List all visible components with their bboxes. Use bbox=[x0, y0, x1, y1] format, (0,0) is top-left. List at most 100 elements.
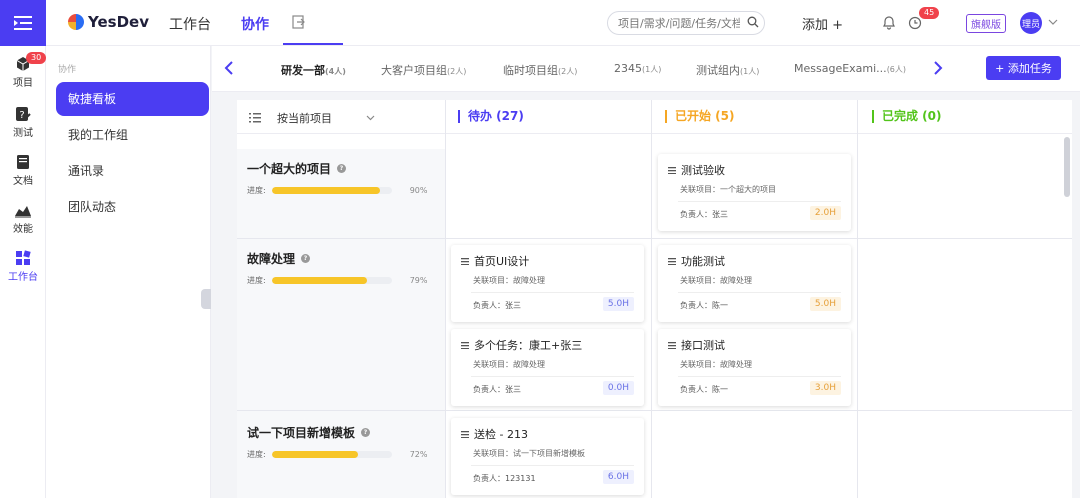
add-task-button[interactable]: + 添加任务 bbox=[986, 56, 1061, 80]
sidebar-item-agile-board[interactable]: 敏捷看板 bbox=[56, 82, 209, 116]
project-name[interactable]: 一个超大的项目 bbox=[247, 160, 331, 177]
task-card[interactable]: 功能测试 关联项目：故障处理 负责人：陈一 5.0H bbox=[658, 245, 851, 322]
rail-item-docs[interactable]: 文档 bbox=[0, 154, 46, 187]
list-icon bbox=[249, 113, 261, 123]
sidebar-item-team-activity[interactable]: 团队动态 bbox=[56, 190, 209, 224]
card-owner: 负责人：张三 bbox=[680, 210, 728, 219]
column-divider bbox=[651, 100, 652, 498]
card-project: 关联项目：一个超大的项目 bbox=[680, 185, 776, 194]
sidebar-item-my-groups[interactable]: 我的工作组 bbox=[56, 118, 209, 152]
nav-collaboration[interactable]: 协作 bbox=[241, 14, 269, 34]
task-card[interactable]: 送检 - 213 关联项目：试一下项目新增模板 负责人：123131 6.0H bbox=[451, 418, 644, 495]
sidebar-collapse-handle[interactable] bbox=[201, 289, 211, 309]
notification-badge: 45 bbox=[919, 7, 940, 19]
plan-tag[interactable]: 旗舰版 bbox=[966, 14, 1006, 33]
board-scrollbar[interactable] bbox=[1064, 137, 1070, 197]
info-icon[interactable]: ? bbox=[337, 164, 347, 173]
column-divider bbox=[857, 100, 858, 498]
chevron-right-icon[interactable] bbox=[933, 60, 943, 76]
rail-label: 项目 bbox=[13, 78, 33, 89]
project-name[interactable]: 试一下项目新增模板 bbox=[247, 424, 355, 441]
card-title: 接口测试 bbox=[681, 339, 725, 352]
project-lane: 故障处理? 进度: 79% bbox=[247, 250, 427, 286]
rail-label: 工作台 bbox=[8, 272, 38, 283]
logo-text: YesDev bbox=[88, 13, 149, 31]
app-logo[interactable]: YesDev bbox=[68, 13, 149, 31]
info-icon[interactable]: ? bbox=[301, 254, 311, 263]
progress-label: 进度: bbox=[247, 186, 266, 195]
tab-group[interactable]: 2345(1人) bbox=[614, 62, 661, 75]
project-filter[interactable]: 按当前项目 bbox=[249, 110, 375, 126]
rail-label: 效能 bbox=[13, 224, 33, 235]
top-bar: YesDev 工作台 协作 添加 + 45 旗舰版 理员 bbox=[0, 0, 1080, 46]
sidebar-section-title: 协作 bbox=[58, 65, 77, 75]
progress-percent: 72% bbox=[409, 450, 428, 459]
hours-badge: 0.0H bbox=[602, 381, 634, 395]
rail-label: 文档 bbox=[13, 176, 33, 187]
tab-group[interactable]: 大客户项目组(2人) bbox=[381, 62, 466, 78]
left-rail: 项目 30 ? 测试 文档 效能 工作台 bbox=[0, 46, 47, 498]
menu-button[interactable] bbox=[0, 0, 46, 46]
progress-label: 进度: bbox=[247, 450, 266, 459]
hours-badge: 3.0H bbox=[809, 381, 841, 395]
filter-label: 按当前项目 bbox=[277, 112, 332, 125]
test-icon: ? bbox=[16, 107, 31, 121]
exit-icon[interactable] bbox=[292, 15, 306, 29]
card-project: 关联项目：故障处理 bbox=[473, 360, 545, 369]
hours-badge: 2.0H bbox=[809, 206, 841, 220]
chart-icon bbox=[15, 206, 31, 218]
chevron-down-icon bbox=[366, 115, 375, 121]
progress-label: 进度: bbox=[247, 276, 266, 285]
task-icon bbox=[668, 341, 676, 349]
search-icon[interactable] bbox=[747, 16, 759, 28]
card-owner: 负责人：张三 bbox=[473, 385, 521, 394]
chevron-left-icon[interactable] bbox=[224, 60, 234, 76]
rail-item-efficiency[interactable]: 效能 bbox=[0, 202, 46, 235]
progress-bar bbox=[271, 277, 392, 284]
bell-icon[interactable] bbox=[881, 14, 897, 30]
logo-icon bbox=[68, 14, 84, 30]
project-lane: 试一下项目新增模板? 进度: 72% bbox=[247, 424, 427, 460]
progress-percent: 90% bbox=[409, 186, 428, 195]
card-title: 首页UI设计 bbox=[474, 255, 530, 268]
task-card[interactable]: 多个任务：康工+张三 关联项目：故障处理 负责人：张三 0.0H bbox=[451, 329, 644, 406]
task-icon bbox=[461, 430, 469, 438]
progress-bar bbox=[271, 451, 392, 458]
rail-item-workbench[interactable]: 工作台 bbox=[0, 250, 46, 283]
card-owner: 负责人：张三 bbox=[473, 301, 521, 310]
tab-group[interactable]: MessageExami...(6人) bbox=[794, 62, 906, 75]
hours-badge: 5.0H bbox=[602, 297, 634, 311]
card-owner: 负责人：陈一 bbox=[680, 301, 728, 310]
task-icon bbox=[668, 257, 676, 265]
tab-group[interactable]: 研发一部(4人) bbox=[281, 62, 346, 78]
progress-percent: 79% bbox=[409, 276, 428, 285]
task-card[interactable]: 接口测试 关联项目：故障处理 负责人：陈一 3.0H bbox=[658, 329, 851, 406]
hours-badge: 5.0H bbox=[809, 297, 841, 311]
card-title: 测试验收 bbox=[681, 164, 725, 177]
card-title: 送检 - 213 bbox=[474, 428, 528, 441]
nav-workbench[interactable]: 工作台 bbox=[169, 14, 211, 34]
column-title-done: 已完成 (0) bbox=[872, 110, 942, 123]
search-input[interactable] bbox=[607, 11, 765, 35]
group-tabs: 研发一部(4人) 大客户项目组(2人) 临时项目组(2人) 2345(1人) 测… bbox=[212, 46, 1080, 92]
grid-icon bbox=[16, 250, 31, 265]
card-owner: 负责人：123131 bbox=[473, 474, 536, 483]
card-project: 关联项目：试一下项目新增模板 bbox=[473, 449, 585, 458]
row-divider bbox=[237, 238, 1072, 239]
avatar[interactable]: 理员 bbox=[1020, 12, 1042, 34]
tab-group[interactable]: 临时项目组(2人) bbox=[503, 62, 577, 78]
task-icon bbox=[668, 166, 676, 174]
column-title-todo: 待办 (27) bbox=[458, 110, 524, 123]
add-button[interactable]: 添加 + bbox=[802, 14, 843, 33]
info-icon[interactable]: ? bbox=[361, 428, 371, 437]
tab-group[interactable]: 测试组内(1人) bbox=[696, 62, 759, 78]
task-card[interactable]: 测试验收 关联项目：一个超大的项目 负责人：张三 2.0H bbox=[658, 154, 851, 231]
sidebar-item-contacts[interactable]: 通讯录 bbox=[56, 154, 209, 188]
task-card[interactable]: 首页UI设计 关联项目：故障处理 负责人：张三 5.0H bbox=[451, 245, 644, 322]
rail-badge: 30 bbox=[26, 52, 47, 64]
menu-icon bbox=[14, 16, 32, 30]
project-name[interactable]: 故障处理 bbox=[247, 250, 295, 267]
chevron-down-icon[interactable] bbox=[1048, 18, 1058, 26]
rail-item-test[interactable]: ? 测试 bbox=[0, 106, 46, 139]
card-owner: 负责人：陈一 bbox=[680, 385, 728, 394]
